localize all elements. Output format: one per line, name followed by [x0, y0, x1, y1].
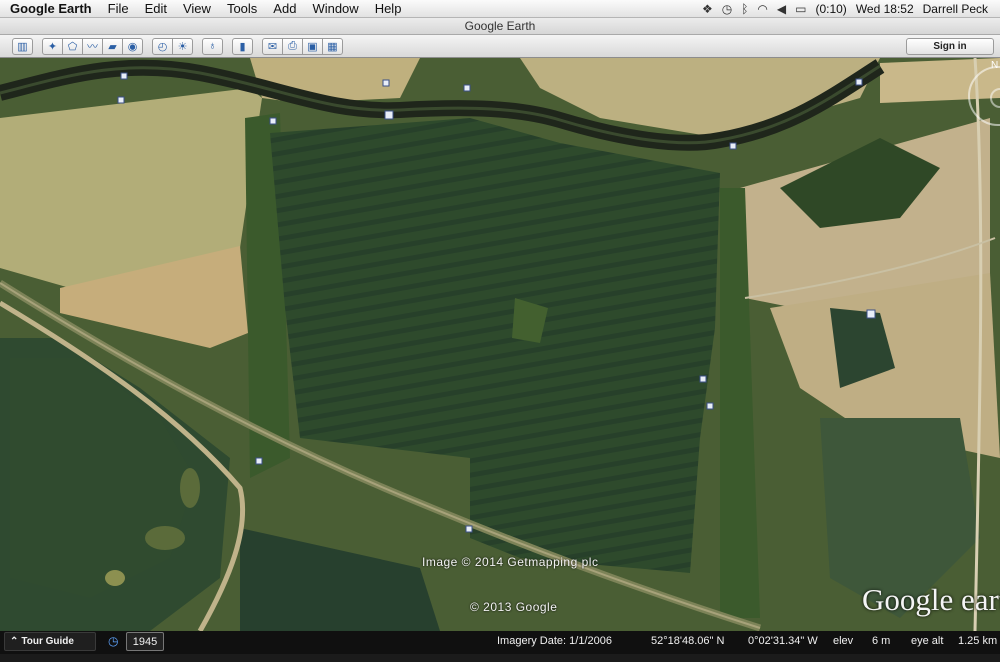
view-in-maps-icon[interactable]: ▦ — [322, 37, 343, 55]
battery-time[interactable]: (0:10) — [815, 2, 846, 16]
email-icon[interactable]: ✉ — [262, 37, 283, 55]
latitude-readout: 52°18'48.06" N — [651, 635, 725, 647]
record-tour-icon[interactable]: ◉ — [122, 37, 143, 55]
toolbar-group-planets: ♁ — [202, 37, 223, 55]
menu-help[interactable]: Help — [367, 0, 410, 17]
ruler-icon[interactable]: ▮ — [232, 37, 253, 55]
print-icon[interactable]: ⎙ — [282, 37, 303, 55]
google-earth-logo: Google earth — [862, 582, 1000, 617]
toolbar: ▥ ✦ ⬠ 〰 ▰ ◉ ◴ ☀ ♁ ▮ ✉ ⎙ ▣ ▦ Sign in — [0, 35, 1000, 58]
tour-guide-label: Tour Guide — [21, 636, 74, 647]
longitude-readout: 0°02'31.34" W — [748, 635, 818, 647]
toolbar-group-view: ◴ ☀ — [152, 37, 193, 55]
planets-icon[interactable]: ♁ — [202, 37, 223, 55]
tour-guide-button[interactable]: ⌃ Tour Guide — [4, 632, 96, 651]
chevron-up-icon: ⌃ — [10, 636, 19, 647]
earth-map-view[interactable]: N Image © 2014 Getmapping plc © 2013 Goo… — [0, 58, 1000, 631]
user-name[interactable]: Darrell Peck — [923, 2, 988, 16]
menu-bar: Google Earth File Edit View Tools Add Wi… — [0, 0, 1000, 18]
path-icon[interactable]: 〰 — [82, 37, 103, 55]
wifi-icon[interactable]: ◠ — [757, 2, 767, 16]
menu-extras: ❖ ◷ ᛒ ◠ ◀ ▭ (0:10) Wed 18:52 Darrell Pec… — [702, 2, 1000, 16]
eye-altitude-label: eye alt — [911, 635, 944, 647]
sign-in-button[interactable]: Sign in — [906, 37, 994, 55]
elevation-label: elev — [833, 635, 854, 647]
image-overlay-icon[interactable]: ▰ — [102, 37, 123, 55]
dropbox-icon[interactable]: ❖ — [702, 2, 713, 16]
placemark-icon[interactable]: ✦ — [42, 37, 63, 55]
bluetooth-icon[interactable]: ᛒ — [741, 2, 748, 16]
menu-view[interactable]: View — [175, 0, 219, 17]
historical-clock-icon[interactable]: ◷ — [108, 634, 118, 648]
status-bar: ⌃ Tour Guide ◷ 1945 Imagery Date: 1/1/20… — [0, 631, 1000, 662]
menu-tools[interactable]: Tools — [219, 0, 265, 17]
north-marker-icon: N — [991, 60, 999, 71]
save-image-icon[interactable]: ▣ — [302, 37, 323, 55]
image-credit: Image © 2014 Getmapping plc — [422, 555, 599, 569]
historical-imagery-icon[interactable]: ◴ — [152, 37, 173, 55]
toolbar-group-sidebar: ▥ — [12, 37, 33, 55]
menu-window[interactable]: Window — [304, 0, 366, 17]
time-machine-icon[interactable]: ◷ — [722, 2, 732, 16]
sunlight-icon[interactable]: ☀ — [172, 37, 193, 55]
toolbar-group-share: ✉ ⎙ ▣ ▦ — [262, 37, 343, 55]
eye-altitude-value: 1.25 km — [958, 635, 998, 647]
historical-year[interactable]: 1945 — [126, 632, 164, 651]
menu-file[interactable]: File — [100, 0, 137, 17]
menu-add[interactable]: Add — [265, 0, 304, 17]
window-title: Google Earth — [464, 19, 536, 33]
apple-menu-app-name[interactable]: Google Earth — [0, 0, 100, 17]
copyright-text: © 2013 Google — [470, 600, 558, 614]
menu-edit[interactable]: Edit — [137, 0, 175, 17]
imagery-date: Imagery Date: 1/1/2006 — [497, 635, 612, 647]
battery-icon[interactable]: ▭ — [795, 2, 806, 16]
toolbar-group-ruler: ▮ — [232, 37, 253, 55]
sidebar-toggle-icon[interactable]: ▥ — [12, 37, 33, 55]
polygon-icon[interactable]: ⬠ — [62, 37, 83, 55]
menu-clock[interactable]: Wed 18:52 — [856, 2, 914, 16]
aerial-imagery — [0, 58, 1000, 631]
window-title-bar: Google Earth — [0, 18, 1000, 35]
toolbar-group-add: ✦ ⬠ 〰 ▰ ◉ — [42, 37, 143, 55]
elevation-value: 6 m — [872, 635, 891, 647]
volume-icon[interactable]: ◀ — [777, 2, 786, 16]
window-bottom-edge — [0, 654, 1000, 662]
